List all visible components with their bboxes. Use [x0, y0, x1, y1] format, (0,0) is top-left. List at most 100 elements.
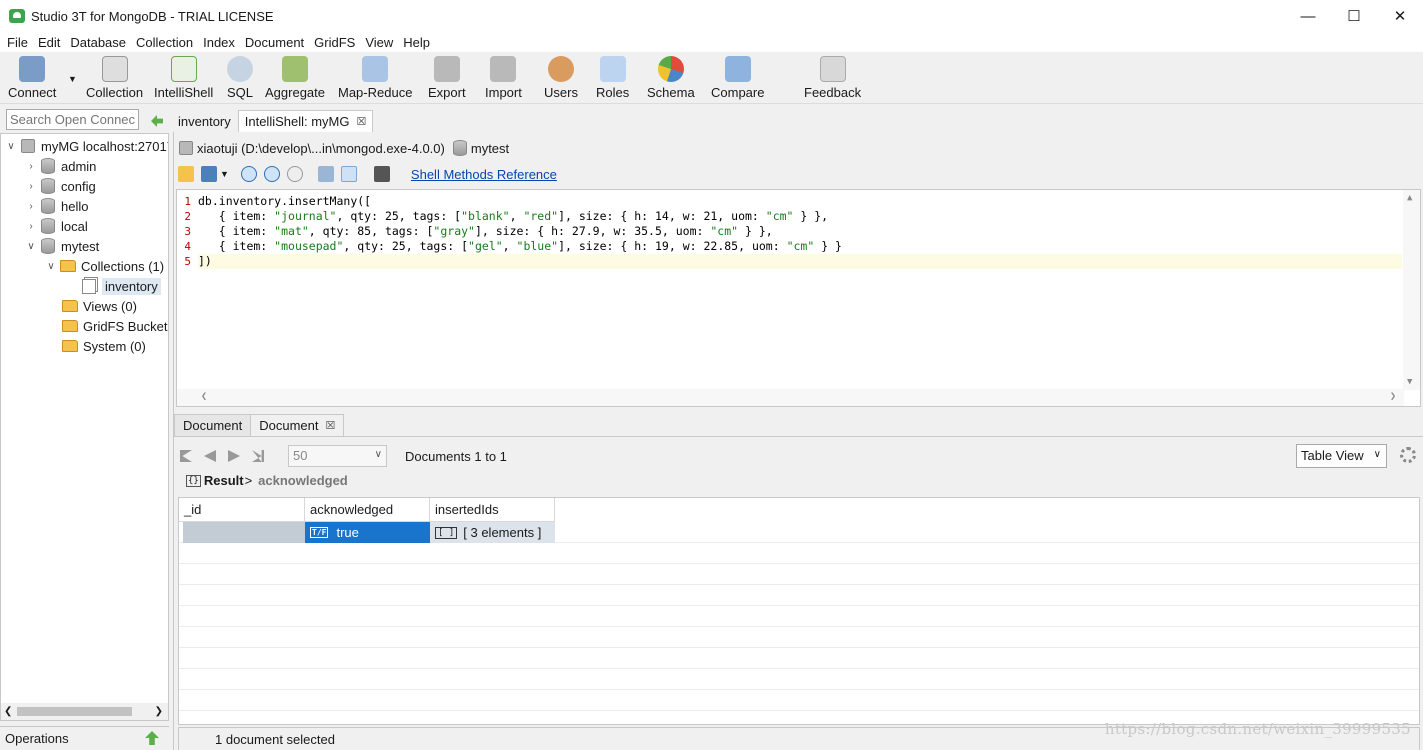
table-row[interactable]: T/F true [ ] [ 3 elements ]: [179, 522, 1419, 543]
line-number: 2: [184, 210, 191, 223]
menu-file[interactable]: File: [2, 35, 33, 50]
menu-edit[interactable]: Edit: [33, 35, 65, 50]
view-mode-select[interactable]: Table View ∨: [1296, 444, 1387, 468]
page-size-select[interactable]: 50 ∨: [288, 445, 387, 467]
save-dropdown-icon[interactable]: ▼: [220, 169, 229, 179]
tree-db-mytest[interactable]: ∨ mytest: [25, 236, 99, 256]
scroll-up-icon[interactable]: ▲: [1407, 193, 1412, 203]
run-statement-icon[interactable]: [263, 166, 280, 182]
collapse-icon[interactable]: ∨: [45, 261, 57, 272]
collapse-icon[interactable]: ∨: [5, 141, 17, 152]
tree-db-config[interactable]: › config: [25, 176, 96, 196]
database-icon: [452, 140, 467, 156]
minimize-button[interactable]: —: [1285, 0, 1331, 32]
feedback-button[interactable]: Feedback: [804, 56, 861, 100]
compare-button[interactable]: Compare: [711, 56, 764, 100]
column-header-acknowledged[interactable]: acknowledged: [305, 498, 430, 522]
last-page-icon[interactable]: [252, 450, 264, 462]
tree-collection-inventory[interactable]: inventory: [79, 276, 161, 296]
table-header: _id acknowledged insertedIds: [179, 498, 555, 522]
close-button[interactable]: ✕: [1377, 0, 1423, 32]
open-file-icon[interactable]: [178, 166, 194, 182]
scroll-down-icon[interactable]: ▼: [1407, 377, 1412, 387]
shell-methods-reference-link[interactable]: Shell Methods Reference: [411, 167, 557, 182]
collection-button[interactable]: Collection: [86, 56, 143, 100]
intellishell-button[interactable]: IntelliShell: [154, 56, 213, 100]
users-button[interactable]: Users: [544, 56, 578, 100]
run-all-icon[interactable]: [240, 166, 257, 182]
gear-icon[interactable]: [1400, 447, 1416, 463]
cell-insertedids[interactable]: [ ] [ 3 elements ]: [430, 522, 555, 543]
save-icon[interactable]: [201, 166, 217, 182]
menu-gridfs[interactable]: GridFS: [309, 35, 360, 50]
scrollbar-thumb[interactable]: [17, 707, 132, 716]
scroll-left-icon[interactable]: ❮: [201, 391, 207, 402]
query-assist-icon[interactable]: [340, 166, 357, 182]
column-header-insertedids[interactable]: insertedIds: [430, 498, 555, 522]
connect-dropdown-icon[interactable]: ▼: [68, 74, 77, 84]
sql-button[interactable]: SQL: [227, 56, 253, 100]
tree-collections-folder[interactable]: ∨ Collections (1): [45, 256, 164, 276]
collection-icon: [101, 56, 128, 82]
menu-collection[interactable]: Collection: [131, 35, 198, 50]
aggregate-button[interactable]: Aggregate: [265, 56, 325, 100]
tree-db-admin[interactable]: › admin: [25, 156, 96, 176]
map-reduce-button[interactable]: Map-Reduce: [338, 56, 412, 100]
close-tab-icon[interactable]: ☒: [326, 419, 336, 432]
clear-icon[interactable]: [317, 166, 334, 182]
cell-acknowledged[interactable]: T/F true: [305, 522, 430, 543]
boolean-icon: T/F: [310, 527, 329, 538]
maximize-button[interactable]: ☐: [1331, 0, 1377, 32]
collapse-icon[interactable]: ∨: [25, 241, 37, 252]
connect-button[interactable]: Connect: [8, 56, 56, 100]
scroll-left-icon[interactable]: ❮: [4, 706, 12, 717]
expand-icon[interactable]: ›: [25, 221, 37, 232]
menu-document[interactable]: Document: [240, 35, 309, 50]
result-tab-2[interactable]: Document ☒: [250, 414, 345, 436]
expand-icon[interactable]: ›: [25, 181, 37, 192]
scroll-right-icon[interactable]: ❯: [1390, 391, 1396, 402]
expand-up-icon[interactable]: [145, 731, 159, 745]
tree-db-local[interactable]: › local: [25, 216, 88, 236]
menu-view[interactable]: View: [360, 35, 398, 50]
expand-icon[interactable]: ›: [25, 161, 37, 172]
first-page-icon[interactable]: [180, 450, 192, 462]
result-tab-1[interactable]: Document: [174, 414, 252, 436]
tab-inventory[interactable]: inventory: [171, 110, 238, 132]
import-button[interactable]: Import: [485, 56, 522, 100]
cell-id[interactable]: [183, 522, 305, 543]
search-connections-input[interactable]: [6, 109, 139, 130]
compare-icon: [724, 56, 751, 82]
code-area[interactable]: db.inventory.insertMany([ { item: "journ…: [198, 194, 1402, 269]
roles-button[interactable]: Roles: [596, 56, 629, 100]
close-tab-icon[interactable]: ☒: [357, 115, 367, 128]
operations-bar[interactable]: Operations: [0, 726, 169, 750]
run-selection-icon[interactable]: [286, 166, 303, 182]
folder-icon: [62, 340, 78, 352]
export-button[interactable]: Export: [428, 56, 466, 100]
tree-gridfs-folder[interactable]: GridFS Buckets: [59, 316, 168, 336]
tree-views-folder[interactable]: Views (0): [59, 296, 137, 316]
previous-page-icon[interactable]: [204, 450, 216, 462]
tree-connection[interactable]: ∨ myMG localhost:27017: [5, 136, 168, 156]
expand-icon[interactable]: ›: [25, 201, 37, 212]
code-line-4: { item: "mousepad", qty: 25, tags: ["gel…: [198, 239, 842, 253]
tree-horizontal-scrollbar[interactable]: ❮ ❯: [1, 703, 168, 720]
editor-vertical-scrollbar[interactable]: ▲ ▼: [1403, 190, 1420, 390]
tree-system-folder[interactable]: System (0): [59, 336, 146, 356]
shell-editor[interactable]: 1 2 3 4 5 db.inventory.insertMany([ { it…: [176, 189, 1421, 407]
folder-icon: [62, 300, 78, 312]
menu-help[interactable]: Help: [398, 35, 435, 50]
schema-button[interactable]: Schema: [647, 56, 695, 100]
editor-horizontal-scrollbar[interactable]: ❮ ❯: [177, 389, 1404, 406]
back-arrow-icon[interactable]: [151, 115, 163, 127]
tree-db-hello[interactable]: › hello: [25, 196, 88, 216]
scroll-right-icon[interactable]: ❯: [155, 706, 163, 717]
menu-index[interactable]: Index: [198, 35, 240, 50]
tab-intellishell[interactable]: IntelliShell: myMG ☒: [237, 110, 374, 132]
next-page-icon[interactable]: [228, 450, 240, 462]
console-icon[interactable]: [373, 166, 390, 182]
table-row: [179, 606, 1419, 627]
column-header-id[interactable]: _id: [179, 498, 305, 522]
menu-database[interactable]: Database: [65, 35, 131, 50]
